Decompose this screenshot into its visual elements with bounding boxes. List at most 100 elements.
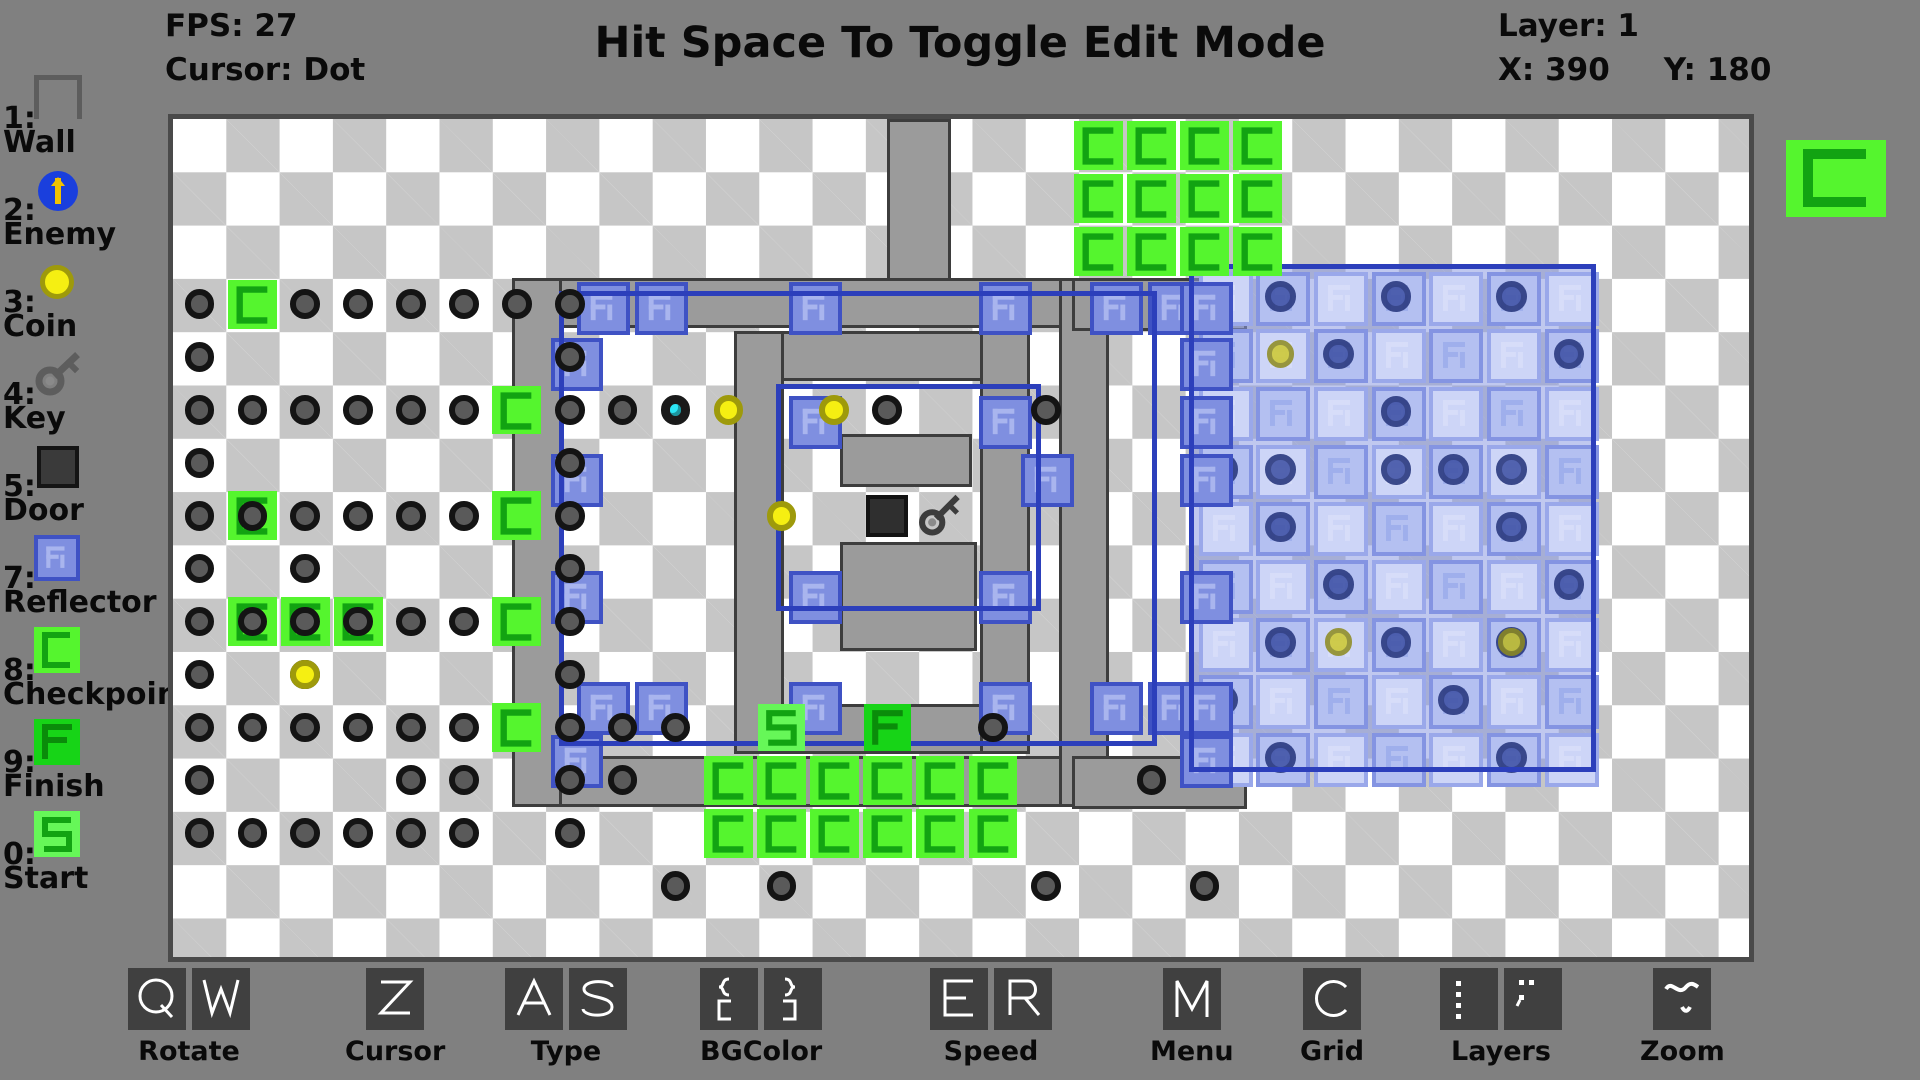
enemy-dot[interactable] xyxy=(396,500,426,531)
toolbar-key-bgcolor[interactable] xyxy=(700,968,759,1030)
enemy-dot[interactable] xyxy=(237,500,268,531)
checkpoint-tile[interactable] xyxy=(492,702,542,752)
checkpoint-tile[interactable] xyxy=(1180,173,1229,223)
checkpoint-tile[interactable] xyxy=(1233,121,1282,170)
enemy-dot[interactable] xyxy=(396,765,426,796)
checkpoint-tile[interactable] xyxy=(756,755,806,805)
toolbar-key-bgcolor[interactable] xyxy=(764,968,823,1030)
enemy-dot[interactable] xyxy=(554,606,585,637)
checkpoint-tile[interactable] xyxy=(809,808,859,858)
toolbar-key-type[interactable] xyxy=(569,968,627,1030)
coin-tile[interactable] xyxy=(713,395,744,425)
enemy-dot[interactable] xyxy=(502,289,532,319)
enemy-dot[interactable] xyxy=(184,500,215,531)
enemy-dot[interactable] xyxy=(237,395,268,425)
palette-item-door[interactable]: 5: Door xyxy=(0,443,168,528)
coin-tile[interactable] xyxy=(290,659,321,690)
enemy-dot[interactable] xyxy=(184,342,215,372)
enemy-dot[interactable] xyxy=(343,818,373,848)
checkpoint-tile[interactable] xyxy=(1127,121,1177,170)
checkpoint-tile[interactable] xyxy=(492,597,542,646)
door-tile[interactable] xyxy=(865,494,909,537)
checkpoint-tile[interactable] xyxy=(1074,121,1124,170)
checkpoint-tile[interactable] xyxy=(915,808,965,858)
palette-item-wall[interactable]: 1: Wall xyxy=(0,75,168,160)
enemy-dot[interactable] xyxy=(660,871,691,901)
enemy-dot[interactable] xyxy=(237,818,268,848)
enemy-dot[interactable] xyxy=(184,289,215,319)
inner-reflector-outline[interactable] xyxy=(776,383,1041,611)
toolbar-key-layers[interactable] xyxy=(1504,968,1562,1030)
checkpoint-tile[interactable] xyxy=(1233,173,1282,223)
checkpoint-tile[interactable] xyxy=(1180,226,1229,276)
checkpoint-tile[interactable] xyxy=(492,385,542,435)
palette-item-reflector[interactable]: 7: Reflector xyxy=(0,535,168,620)
enemy-dot[interactable] xyxy=(237,712,268,743)
coin-tile[interactable] xyxy=(766,500,797,531)
checkpoint-tile[interactable] xyxy=(862,808,912,858)
palette-item-key[interactable]: 4: Key xyxy=(0,351,168,436)
enemy-dot[interactable] xyxy=(554,395,585,425)
player-token[interactable] xyxy=(660,395,691,425)
enemy-dot[interactable] xyxy=(449,712,479,743)
enemy-dot[interactable] xyxy=(343,712,373,743)
toolbar-key-cursor[interactable] xyxy=(366,968,425,1030)
start-tile[interactable] xyxy=(757,703,805,751)
checkpoint-tile[interactable] xyxy=(492,491,542,541)
enemy-dot[interactable] xyxy=(184,765,215,796)
checkpoint-tile[interactable] xyxy=(968,808,1018,858)
checkpoint-tile[interactable] xyxy=(704,755,753,805)
enemy-dot[interactable] xyxy=(872,395,902,425)
palette-item-finish[interactable]: 9: Finish xyxy=(0,719,168,804)
checkpoint-tile[interactable] xyxy=(968,755,1018,805)
enemy-dot[interactable] xyxy=(449,818,479,848)
enemy-dot[interactable] xyxy=(396,395,426,425)
enemy-dot[interactable] xyxy=(343,500,373,531)
toolbar-key-speed[interactable] xyxy=(994,968,1052,1030)
checkpoint-tile[interactable] xyxy=(1233,226,1282,276)
enemy-dot[interactable] xyxy=(1189,871,1220,901)
enemy-dot[interactable] xyxy=(343,395,373,425)
enemy-dot[interactable] xyxy=(554,765,585,796)
enemy-dot[interactable] xyxy=(184,395,215,425)
enemy-dot[interactable] xyxy=(396,289,426,319)
toolbar-key-zoom[interactable] xyxy=(1653,968,1712,1030)
checkpoint-tile[interactable] xyxy=(756,808,806,858)
checkpoint-tile[interactable] xyxy=(1074,226,1124,276)
checkpoint-tile[interactable] xyxy=(915,755,965,805)
enemy-dot[interactable] xyxy=(766,871,797,901)
enemy-dot[interactable] xyxy=(396,818,426,848)
palette-item-checkpoint[interactable]: 8: Checkpoint xyxy=(0,627,193,712)
enemy-dot[interactable] xyxy=(290,606,321,637)
enemy-dot[interactable] xyxy=(184,448,215,478)
enemy-dot[interactable] xyxy=(554,818,585,848)
enemy-dot[interactable] xyxy=(290,395,321,425)
checkpoint-tile[interactable] xyxy=(1180,121,1229,170)
palette-item-coin[interactable]: 3: Coin xyxy=(0,259,168,344)
wall-segment[interactable] xyxy=(887,119,951,289)
checkpoint-tile[interactable] xyxy=(809,755,859,805)
finish-tile[interactable] xyxy=(863,703,911,751)
enemy-dot[interactable] xyxy=(449,606,479,637)
enemy-dot[interactable] xyxy=(290,712,321,743)
checkpoint-tile[interactable] xyxy=(1074,173,1124,223)
enemy-dot[interactable] xyxy=(449,765,479,796)
checkpoint-tile[interactable] xyxy=(862,755,912,805)
palette-item-start[interactable]: 0: Start xyxy=(0,811,168,896)
enemy-dot[interactable] xyxy=(554,553,585,584)
toolbar-key-grid[interactable] xyxy=(1303,968,1362,1030)
checkpoint-tile[interactable] xyxy=(1127,226,1177,276)
reflector-field-outline[interactable] xyxy=(1188,264,1596,773)
enemy-dot[interactable] xyxy=(396,606,426,637)
enemy-dot[interactable] xyxy=(554,500,585,531)
enemy-dot[interactable] xyxy=(396,712,426,743)
enemy-dot[interactable] xyxy=(607,395,638,425)
key-tile[interactable] xyxy=(917,492,964,539)
enemy-dot[interactable] xyxy=(343,606,373,637)
toolbar-key-type[interactable] xyxy=(505,968,563,1030)
enemy-dot[interactable] xyxy=(290,818,321,848)
enemy-dot[interactable] xyxy=(554,289,585,319)
enemy-dot[interactable] xyxy=(184,712,215,743)
toolbar-key-rotate[interactable] xyxy=(192,968,250,1030)
enemy-dot[interactable] xyxy=(449,395,479,425)
